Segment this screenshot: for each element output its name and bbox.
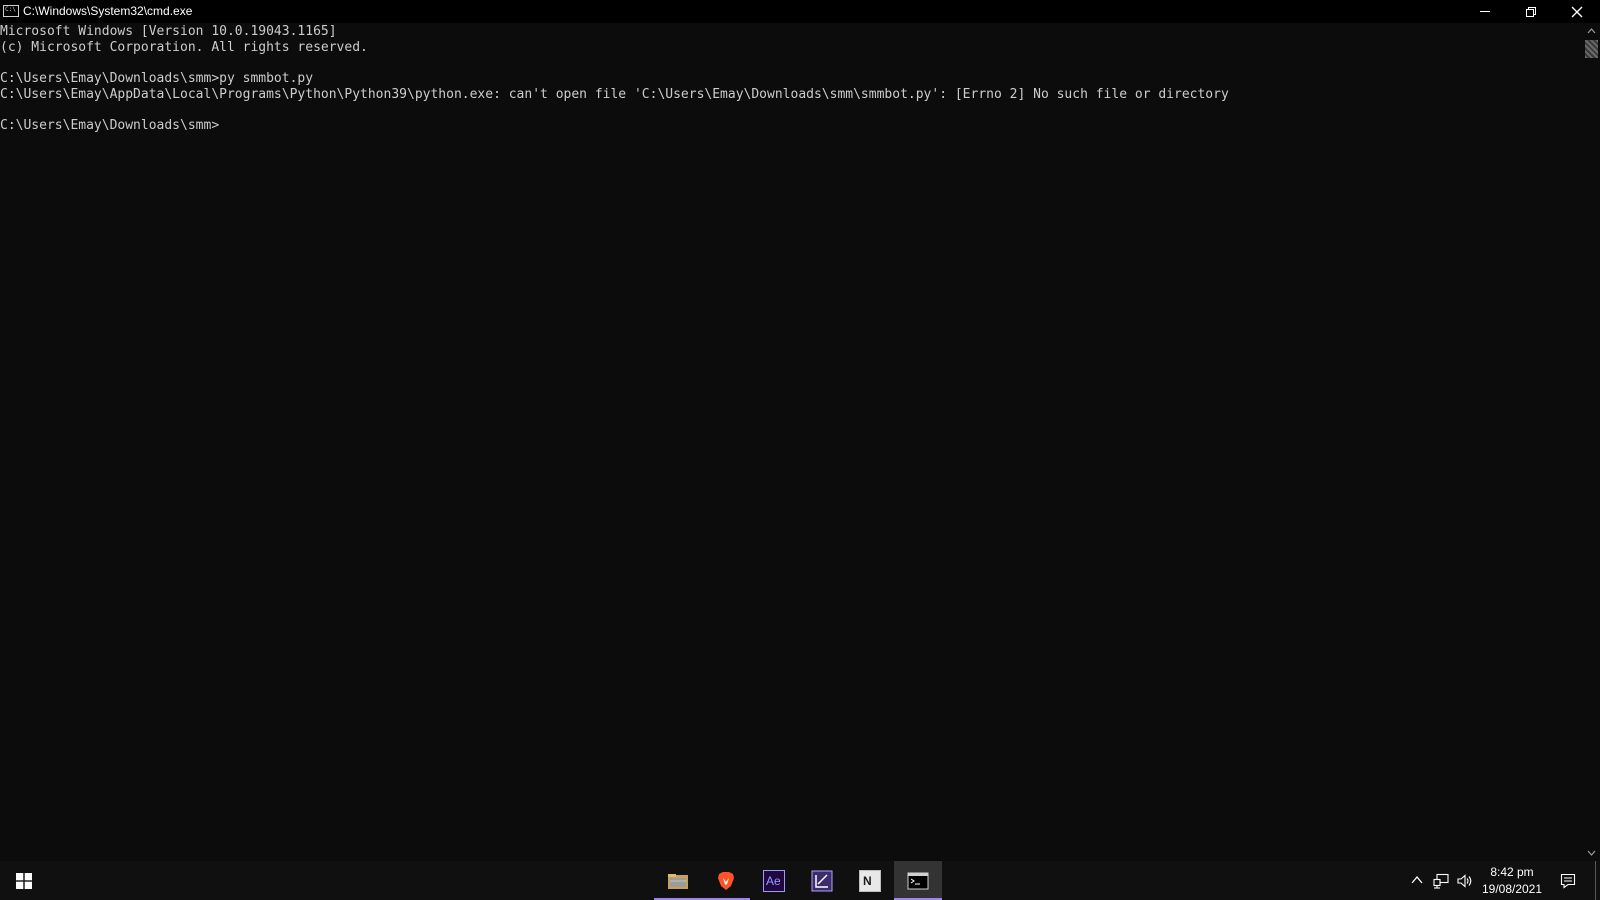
minimize-button[interactable] [1462, 0, 1508, 23]
taskbar-file-explorer[interactable] [654, 861, 702, 900]
taskbar: Ae N 8:42 pm 19/08/2021 [0, 861, 1600, 900]
clock-date: 19/08/2021 [1481, 882, 1543, 896]
restore-icon [1526, 7, 1536, 17]
cmd-icon-glyph: C:\ [5, 6, 16, 13]
chevron-down-icon [1587, 850, 1596, 856]
after-effects-label: Ae [766, 874, 781, 888]
console-prompt-line: C:\Users\Emay\Downloads\smm> [0, 118, 220, 133]
console-line: (c) Microsoft Corporation. All rights re… [0, 40, 368, 55]
close-button[interactable] [1554, 0, 1600, 23]
taskbar-brave-browser[interactable] [702, 861, 750, 900]
close-icon [1571, 6, 1583, 18]
network-icon [1433, 873, 1449, 889]
window-title: C:\Windows\System32\cmd.exe [23, 4, 193, 18]
notepad-icon: N [859, 870, 881, 892]
console-output[interactable]: Microsoft Windows [Version 10.0.19043.11… [0, 23, 1583, 861]
show-desktop-button[interactable] [1595, 861, 1600, 900]
vertical-scrollbar[interactable] [1583, 23, 1600, 861]
clock-time: 8:42 pm [1490, 865, 1534, 879]
cmd-window-icon[interactable]: C:\ [3, 5, 19, 17]
scrollbar-thumb[interactable] [1585, 40, 1598, 58]
brave-lion-icon [718, 872, 734, 890]
clock-button[interactable]: 8:42 pm 19/08/2021 [1472, 861, 1552, 900]
minimize-icon [1480, 11, 1490, 12]
taskbar-after-effects[interactable]: Ae [750, 861, 798, 900]
restore-button[interactable] [1508, 0, 1554, 23]
console-line: Microsoft Windows [Version 10.0.19043.11… [0, 24, 337, 39]
taskbar-command-prompt[interactable] [894, 861, 942, 900]
windows-logo-icon [16, 873, 32, 889]
chevron-up-icon [1411, 875, 1423, 884]
visual-studio-icon [811, 870, 833, 892]
folder-icon [668, 874, 688, 889]
title-bar[interactable]: C:\ C:\Windows\System32\cmd.exe [0, 0, 1600, 23]
action-center-icon [1560, 873, 1576, 889]
notepad-label: N [863, 874, 872, 888]
show-hidden-icons-button[interactable] [1408, 861, 1426, 900]
action-center-button[interactable] [1554, 861, 1582, 900]
network-status-button[interactable] [1430, 861, 1452, 900]
volume-icon [1457, 874, 1472, 888]
terminal-icon [907, 872, 929, 890]
taskbar-visual-studio[interactable] [798, 861, 846, 900]
console-error-line: C:\Users\Emay\AppData\Local\Programs\Pyt… [0, 87, 1229, 102]
start-button[interactable] [0, 861, 48, 900]
taskbar-notepad[interactable]: N [846, 861, 894, 900]
scroll-up-button[interactable] [1583, 23, 1600, 39]
chevron-up-icon [1587, 28, 1596, 34]
after-effects-icon: Ae [763, 870, 785, 892]
scroll-down-button[interactable] [1583, 845, 1600, 861]
console-line: C:\Users\Emay\Downloads\smm>py smmbot.py [0, 71, 314, 86]
